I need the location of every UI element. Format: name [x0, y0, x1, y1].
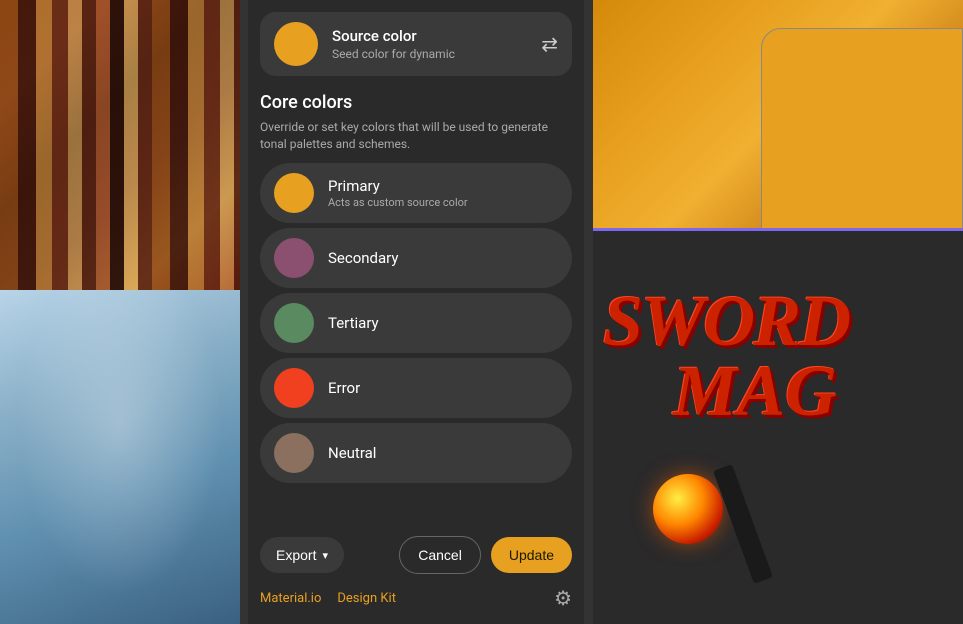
color-item-secondary[interactable]: Secondary [260, 228, 572, 288]
chevron-down-icon: ▾ [322, 549, 328, 562]
shuffle-icon[interactable]: ⇄ [541, 32, 558, 56]
purple-accent-line [593, 228, 963, 231]
mag-text: MAG [673, 350, 837, 433]
neutral-label: Neutral [328, 444, 376, 462]
neutral-info: Neutral [328, 444, 376, 462]
core-colors-description: Override or set key colors that will be … [260, 119, 572, 153]
primary-label: Primary [328, 177, 468, 195]
secondary-label: Secondary [328, 249, 398, 267]
orb-decoration [653, 474, 723, 544]
source-color-subtitle: Seed color for dynamic [332, 47, 527, 61]
color-item-neutral[interactable]: Neutral [260, 423, 572, 483]
error-info: Error [328, 379, 360, 397]
primary-swatch [274, 173, 314, 213]
settings-icon[interactable]: ⚙ [554, 586, 572, 610]
material-io-link[interactable]: Material.io [260, 591, 321, 606]
bg-scene-left [0, 290, 240, 624]
bg-books [0, 0, 240, 290]
tertiary-swatch [274, 303, 314, 343]
color-item-primary[interactable]: Primary Acts as custom source color [260, 163, 572, 223]
bg-right-orange [593, 0, 963, 230]
export-label: Export [276, 547, 316, 563]
footer-links: Material.io Design Kit ⚙ [260, 586, 572, 610]
dialog-footer: Export ▾ Cancel Update Material.io Desig… [248, 526, 584, 624]
source-color-row[interactable]: Source color Seed color for dynamic ⇄ [260, 12, 572, 76]
error-swatch [274, 368, 314, 408]
source-color-title: Source color [332, 27, 527, 45]
cancel-button[interactable]: Cancel [399, 536, 481, 574]
color-dialog: Source color Seed color for dynamic ⇄ Co… [248, 0, 584, 580]
color-item-error[interactable]: Error [260, 358, 572, 418]
bg-right-panel: SWORD MAG [593, 0, 963, 624]
source-color-swatch [274, 22, 318, 66]
source-color-info: Source color Seed color for dynamic [332, 27, 527, 61]
neutral-swatch [274, 433, 314, 473]
core-colors-title: Core colors [260, 92, 572, 113]
core-colors-section: Core colors Override or set key colors t… [248, 84, 584, 492]
tertiary-label: Tertiary [328, 314, 379, 332]
tertiary-info: Tertiary [328, 314, 379, 332]
secondary-info: Secondary [328, 249, 398, 267]
design-kit-link[interactable]: Design Kit [337, 591, 396, 606]
bg-right-dark: SWORD MAG [593, 230, 963, 624]
error-label: Error [328, 379, 360, 397]
footer-buttons: Export ▾ Cancel Update [260, 536, 572, 574]
primary-info: Primary Acts as custom source color [328, 177, 468, 209]
color-item-tertiary[interactable]: Tertiary [260, 293, 572, 353]
primary-subtitle: Acts as custom source color [328, 196, 468, 209]
export-button[interactable]: Export ▾ [260, 537, 344, 573]
secondary-swatch [274, 238, 314, 278]
stick-decoration [713, 464, 773, 584]
update-button[interactable]: Update [491, 537, 572, 573]
